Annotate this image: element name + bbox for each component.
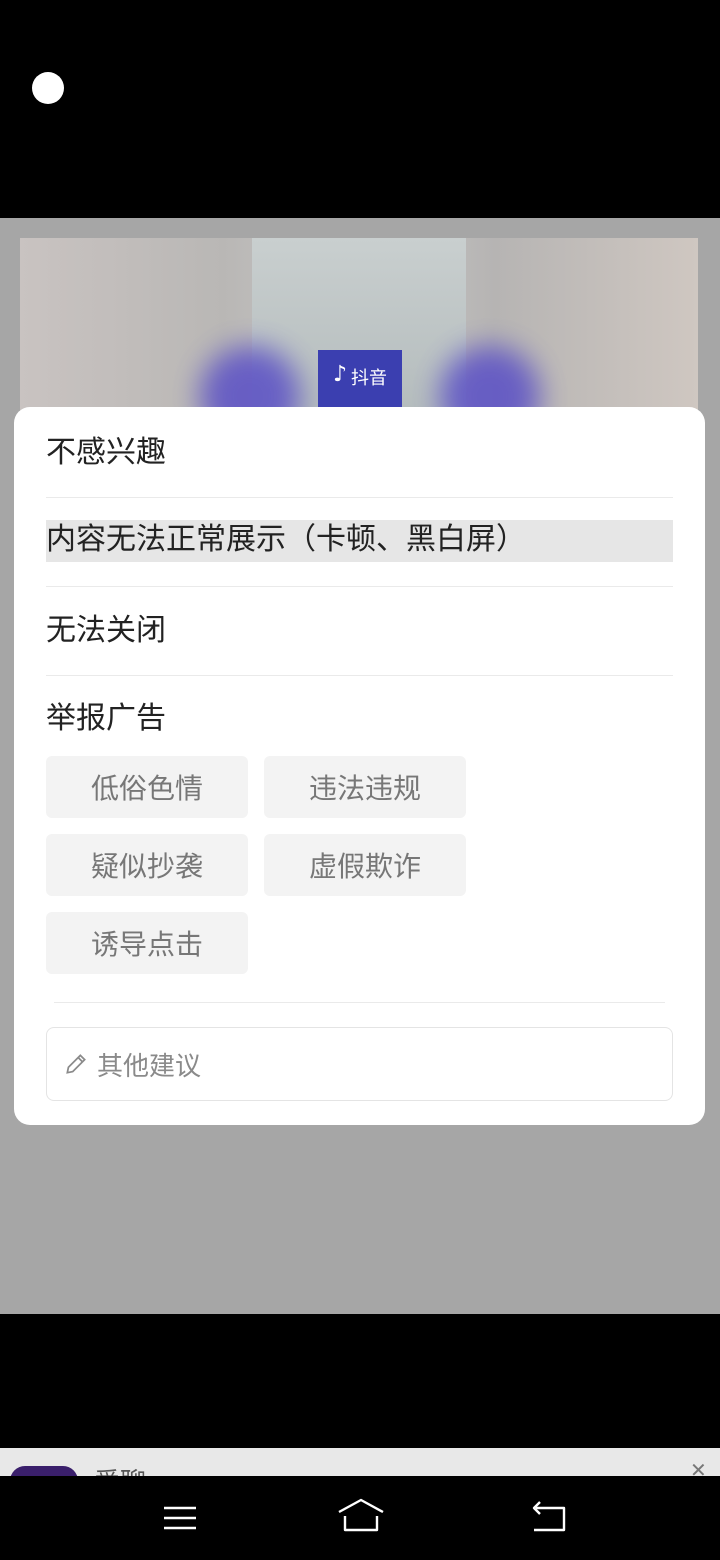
report-reason-illegal[interactable]: 违法违规 — [264, 756, 466, 818]
divider — [46, 497, 673, 498]
pencil-icon — [66, 1054, 86, 1074]
home-icon[interactable] — [336, 1496, 386, 1540]
back-icon[interactable] — [526, 1496, 570, 1540]
option-content-display-issue[interactable]: 内容无法正常展示（卡顿、黑白屏） — [46, 520, 673, 562]
menu-icon[interactable] — [158, 1496, 202, 1540]
divider — [54, 1002, 665, 1003]
tiktok-logo-label: 抖音 — [351, 368, 388, 389]
close-icon[interactable]: ✕ — [690, 1458, 707, 1476]
status-indicator-dot — [32, 72, 64, 104]
report-reason-vulgar[interactable]: 低俗色情 — [46, 756, 248, 818]
music-note-icon: ♪ — [332, 362, 348, 387]
app-icon — [10, 1466, 78, 1476]
app-name: 爱聊 — [94, 1462, 146, 1476]
other-suggestion-placeholder: 其他建议 — [97, 1051, 202, 1082]
system-navigation-bar — [0, 1476, 720, 1560]
report-ad-title: 举报广告 — [46, 701, 166, 736]
other-suggestion-field[interactable]: 其他建议 — [46, 1027, 673, 1101]
report-reason-plagiarism[interactable]: 疑似抄袭 — [46, 834, 248, 896]
divider — [46, 675, 673, 676]
report-reason-fraud[interactable]: 虚假欺诈 — [264, 834, 466, 896]
bottom-ad-banner[interactable]: 爱聊 ✕ — [0, 1448, 720, 1476]
option-cannot-close[interactable]: 无法关闭 — [46, 611, 673, 651]
report-reason-clickbait[interactable]: 诱导点击 — [46, 912, 248, 974]
ad-feedback-sheet: 不感兴趣 内容无法正常展示（卡顿、黑白屏） 无法关闭 举报广告 低俗色情 违法违… — [14, 407, 705, 1125]
option-not-interested[interactable]: 不感兴趣 — [46, 433, 673, 473]
divider — [46, 586, 673, 587]
